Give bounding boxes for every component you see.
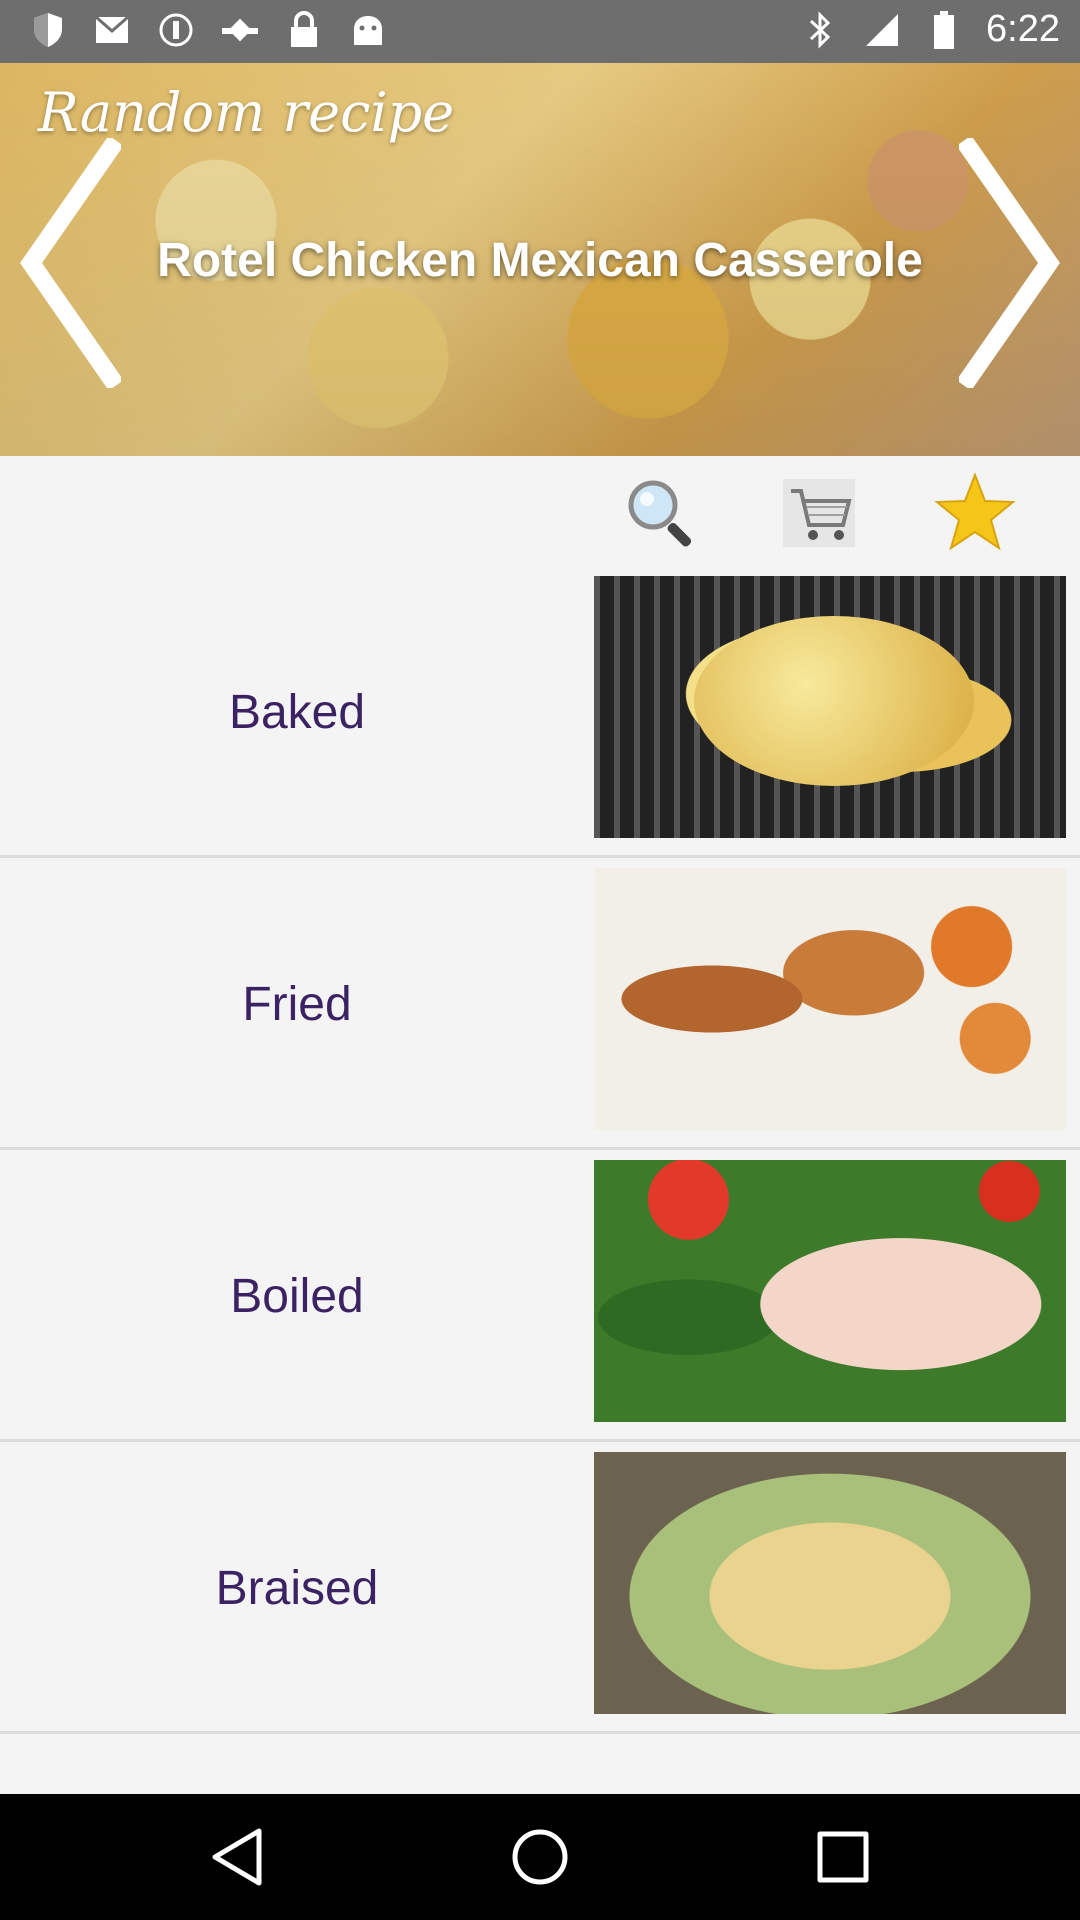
random-recipe-banner[interactable]: Random recipe Rotel Chicken Mexican Cass… <box>0 63 1080 456</box>
chevron-left-icon <box>20 138 121 388</box>
fried-chicken-image <box>594 868 1066 1130</box>
bluetooth-icon <box>800 10 840 50</box>
recents-button[interactable] <box>810 1824 876 1890</box>
category-row-fried[interactable]: Fried <box>0 858 1080 1150</box>
navigation-bar <box>0 1794 1080 1920</box>
braised-chicken-image <box>594 1452 1066 1714</box>
search-button[interactable] <box>618 470 704 556</box>
previous-recipe-button[interactable] <box>6 133 126 393</box>
battery-icon <box>924 10 964 50</box>
mail-icon <box>92 10 132 50</box>
category-label: Braised <box>215 1561 379 1615</box>
category-row-boiled[interactable]: Boiled <box>0 1150 1080 1442</box>
back-button[interactable] <box>204 1824 270 1890</box>
back-triangle-icon <box>212 1828 262 1886</box>
shopping-cart-button[interactable] <box>776 470 862 556</box>
category-row-braised[interactable]: Braised <box>0 1442 1080 1734</box>
signal-icon <box>862 10 902 50</box>
next-recipe-button[interactable] <box>954 133 1074 393</box>
baked-chicken-image <box>594 576 1066 838</box>
android-icon <box>348 10 388 50</box>
category-label: Baked <box>228 685 366 739</box>
recents-square-icon <box>817 1831 869 1883</box>
clock: 6:22 <box>986 8 1060 50</box>
chevron-right-icon <box>959 138 1060 388</box>
shield-icon <box>28 10 68 50</box>
lock-icon <box>284 10 324 50</box>
home-circle-icon <box>512 1829 568 1885</box>
recipe-title[interactable]: Rotel Chicken Mexican Casserole <box>0 233 1080 288</box>
category-list: Baked Fried Boiled Braised <box>0 566 1080 1734</box>
favorites-button[interactable] <box>932 470 1018 556</box>
fake-gps-icon <box>220 10 260 50</box>
toolbar <box>0 456 1080 566</box>
info-icon <box>156 10 196 50</box>
category-row-baked[interactable]: Baked <box>0 566 1080 858</box>
category-label: Fried <box>242 977 352 1031</box>
home-button[interactable] <box>507 1824 573 1890</box>
status-bar: 6:22 <box>0 0 1080 63</box>
cart-icon <box>783 479 855 547</box>
category-label: Boiled <box>230 1269 364 1323</box>
star-icon <box>934 472 1016 551</box>
search-icon <box>628 480 692 547</box>
boiled-chicken-image <box>594 1160 1066 1422</box>
